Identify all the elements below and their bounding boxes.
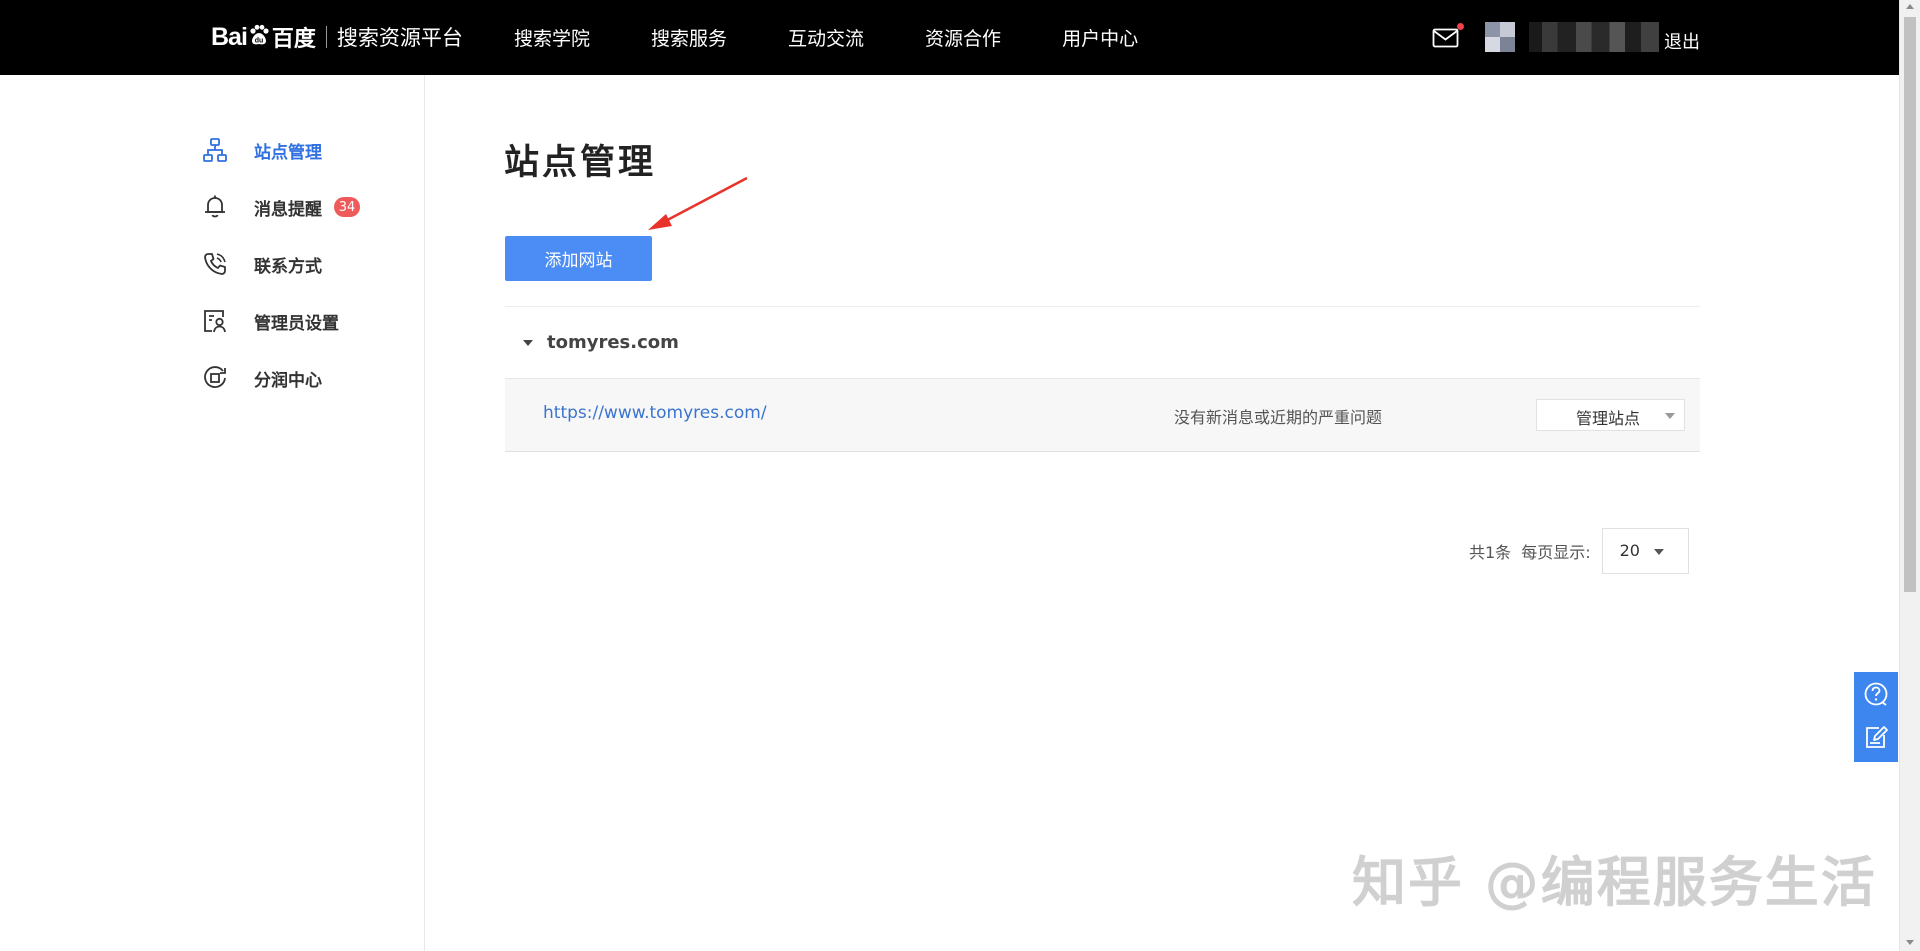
sidebar-item-contact[interactable]: 联系方式	[202, 249, 322, 279]
sidebar-item-label: 分润中心	[254, 370, 322, 391]
platform-name: 搜索资源平台	[336, 26, 463, 50]
scroll-down-arrow-icon[interactable]	[1906, 940, 1914, 945]
top-navigation-bar: Bai du 百度 搜索资源平台 搜索学院 搜索服务 互动交流 资源合作 用户中…	[0, 0, 1899, 75]
per-page-value: 20	[1619, 541, 1640, 560]
table-row: https://www.tomyres.com/ 没有新消息或近期的严重问题 管…	[505, 379, 1700, 452]
nav-user-center[interactable]: 用户中心	[1062, 24, 1138, 51]
page-title: 站点管理	[504, 143, 657, 183]
site-domain: tomyres.com	[547, 332, 679, 353]
red-arrow-annotation	[648, 176, 748, 230]
manage-site-label: 管理站点	[1576, 409, 1641, 428]
baidu-paw-icon: du	[250, 24, 269, 45]
chevron-down-icon	[1653, 549, 1664, 555]
help-icon[interactable]	[1863, 681, 1889, 707]
sidebar-item-label: 站点管理	[254, 142, 322, 163]
total-count: 共1条	[1469, 543, 1512, 562]
manage-site-dropdown[interactable]: 管理站点	[1536, 399, 1685, 431]
sidebar-item-revenue-center[interactable]: 分润中心	[202, 363, 322, 393]
add-website-button[interactable]: 添加网站	[505, 236, 652, 281]
site-url-link[interactable]: https://www.tomyres.com/	[543, 403, 767, 423]
per-page-label: 每页显示:	[1521, 543, 1591, 562]
scroll-up-arrow-icon[interactable]	[1906, 4, 1914, 9]
phone-icon	[202, 251, 228, 277]
per-page-select[interactable]: 20	[1601, 528, 1689, 574]
baidu-logo[interactable]: Bai du 百度 搜索资源平台	[211, 22, 463, 53]
caret-down-icon[interactable]	[523, 339, 533, 346]
revenue-icon	[202, 365, 228, 391]
feedback-edit-icon[interactable]	[1863, 724, 1889, 750]
sidebar-item-admin-settings[interactable]: 管理员设置	[202, 306, 339, 336]
site-list: tomyres.com https://www.tomyres.com/ 没有新…	[505, 306, 1700, 452]
chevron-down-icon	[1665, 413, 1675, 419]
site-group-header[interactable]: tomyres.com	[505, 306, 1700, 379]
site-status-text: 没有新消息或近期的严重问题	[1174, 408, 1383, 427]
admin-card-icon	[202, 308, 228, 334]
watermark: 知乎 @编程服务生活	[1352, 851, 1877, 914]
sidebar-item-label: 管理员设置	[254, 313, 339, 334]
avatar[interactable]	[1485, 22, 1515, 52]
vertical-scrollbar[interactable]	[1899, 0, 1920, 951]
username-blurred[interactable]	[1529, 22, 1659, 52]
mail-icon[interactable]	[1432, 27, 1460, 49]
floating-toolbar	[1854, 672, 1898, 762]
logo-divider	[325, 26, 327, 48]
pagination: 共1条 每页显示: 20	[1469, 528, 1689, 574]
nav-search-academy[interactable]: 搜索学院	[514, 24, 590, 51]
sidebar-item-site-management[interactable]: 站点管理	[202, 135, 322, 165]
logout-link[interactable]: 退出	[1664, 28, 1700, 54]
nav-search-services[interactable]: 搜索服务	[651, 24, 727, 51]
sidebar-item-notifications[interactable]: 消息提醒 34	[202, 192, 360, 222]
notification-dot	[1457, 23, 1464, 30]
unread-count-badge: 34	[334, 197, 360, 217]
bell-icon	[202, 194, 228, 220]
main-nav: 搜索学院 搜索服务 互动交流 资源合作 用户中心	[514, 0, 1199, 75]
sitemap-icon	[202, 137, 228, 163]
sidebar: 站点管理 消息提醒 34 联系方式 管理员设置 分润中心	[0, 75, 425, 951]
sidebar-item-label: 联系方式	[254, 256, 322, 277]
nav-interaction[interactable]: 互动交流	[788, 24, 864, 51]
scrollbar-thumb[interactable]	[1904, 17, 1916, 592]
logo-chinese: 百度	[271, 27, 316, 52]
nav-resource-cooperation[interactable]: 资源合作	[925, 24, 1001, 51]
logo-text: Bai	[211, 22, 248, 51]
svg-text:du: du	[255, 38, 264, 45]
sidebar-item-label: 消息提醒	[254, 199, 322, 220]
